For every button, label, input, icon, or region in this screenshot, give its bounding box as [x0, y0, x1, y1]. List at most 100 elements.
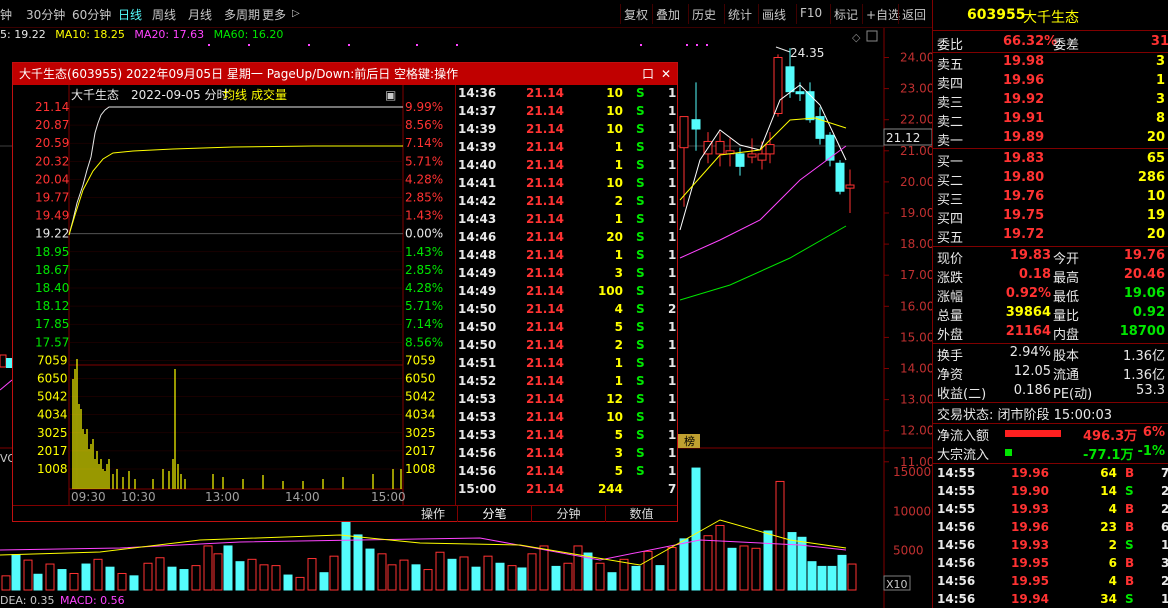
minimize-button[interactable]: 口 [641, 67, 655, 81]
stat-label: 涨幅 [937, 290, 964, 305]
toolbar-button[interactable]: 复权 [624, 6, 648, 23]
trade-count: 1 [1161, 538, 1168, 552]
trade-time: 14:56 [937, 556, 976, 570]
popup-tab[interactable]: 操作 [409, 506, 457, 522]
stat-row: 外盘 21164 内盘 18700 [933, 323, 1168, 343]
tick-volume: 5 [614, 464, 623, 478]
tick-price: 21.14 [526, 338, 564, 352]
trade-status: 交易状态: 闭市阶段 15:00:03 [937, 408, 1113, 423]
toolbar-button[interactable]: 画线 [762, 6, 786, 23]
volume-bar [319, 572, 329, 591]
tick-count: 1 [668, 338, 677, 352]
tick-count: 1 [668, 158, 677, 172]
volume-bar [539, 545, 549, 591]
ask-price: 19.96 [1003, 73, 1045, 88]
tick-price: 21.14 [526, 86, 564, 100]
tick-time: 14:39 [458, 122, 497, 136]
tick-count: 1 [668, 320, 677, 334]
history-intraday-window[interactable]: 大千生态(603955) 2022年09月05日 星期一 PageUp/Down… [12, 62, 678, 522]
tick-row: 14:40 21.14 1 S 1 [456, 157, 678, 175]
stat-label: 收益(二) [937, 387, 987, 402]
popup-tab[interactable]: 数值 [605, 506, 677, 522]
intraday-chart[interactable]: 大千生态 2022-09-05 分时均线 成交量 ▣ 21.14 9.99% 20.87 8.… [13, 85, 455, 505]
tick-price: 21.14 [526, 122, 564, 136]
period-tab[interactable]: 60分钟 [72, 6, 111, 23]
bang-label: 榜 [684, 434, 695, 448]
stat-label: 内盘 [1053, 328, 1080, 343]
toolbar-button[interactable]: 返回 [902, 6, 926, 23]
toolbar-button[interactable]: 历史 [692, 6, 716, 23]
tick-price: 21.14 [526, 176, 564, 190]
intraday-vol-tick: 2017 [37, 444, 68, 458]
tick-list: 14:36 21.14 10 S 1 14:37 21.14 10 S 1 14:39 21.14 10… [455, 85, 677, 505]
tick-count: 1 [668, 140, 677, 154]
tick-side: S [636, 356, 645, 370]
trade-side: B [1125, 574, 1135, 588]
popup-tab[interactable]: 分笔 [457, 506, 531, 522]
period-tab[interactable]: 周线 [152, 6, 176, 23]
popup-title[interactable]: 大千生态(603955) 2022年09月05日 星期一 PageUp/Down… [13, 63, 677, 85]
candle-body [845, 184, 855, 189]
tick-time: 14:41 [458, 176, 497, 190]
tick-time: 14:48 [458, 248, 497, 262]
tick-row: 14:39 21.14 1 S 1 [456, 139, 678, 157]
stat-label: 股本 [1053, 349, 1080, 364]
toolbar-button[interactable]: +自选 [866, 6, 900, 23]
tick-count: 1 [668, 392, 677, 406]
intraday-pct-tick: 5.71% [405, 154, 443, 168]
ask-row: 卖五 19.98 3 [933, 53, 1168, 73]
candle-body [747, 153, 757, 158]
toolbar-button[interactable]: 叠加 [656, 6, 680, 23]
period-tab[interactable]: 多周期 [224, 6, 260, 23]
period-tab[interactable]: 钟 [0, 6, 12, 23]
stock-code: 603955 [967, 7, 1026, 23]
tick-count: 1 [668, 446, 677, 460]
volume-bar [295, 576, 305, 591]
bid-row: 买二 19.80 286 [933, 169, 1168, 189]
bid-price: 19.80 [1003, 170, 1045, 185]
tick-row: 14:39 21.14 10 S 1 [456, 121, 678, 139]
ask-price: 19.92 [1003, 92, 1045, 107]
volume-bar [247, 558, 257, 591]
tick-volume: 100 [597, 284, 623, 298]
period-tab[interactable]: 30分钟 [26, 6, 65, 23]
trade-volume: 34 [1100, 592, 1117, 606]
tick-count: 1 [668, 230, 677, 244]
price-tick: 19.00 [900, 206, 932, 220]
ask-volume: 8 [1155, 111, 1165, 126]
volume-bar [517, 567, 527, 591]
volume-tick: 5000 [893, 544, 924, 558]
stat-value: 20.46 [1123, 267, 1165, 282]
toolbar-button[interactable]: 统计 [728, 6, 752, 23]
more-arrow-icon[interactable]: ▷ [292, 8, 300, 19]
tick-volume: 5 [614, 320, 623, 334]
tick-side: S [636, 428, 645, 442]
candle-body [765, 144, 775, 155]
period-tab[interactable]: 更多 [262, 6, 286, 23]
tick-price: 21.14 [526, 320, 564, 334]
high-marker-line [775, 46, 791, 53]
stat-value: 19.06 [1123, 286, 1165, 301]
close-button[interactable]: ✕ [659, 67, 673, 81]
stat-label: 最高 [1053, 271, 1080, 286]
period-tab[interactable]: 日线 [118, 6, 142, 23]
popup-tab[interactable]: 分钟 [531, 506, 605, 522]
volume-bar [495, 562, 505, 591]
toolbar-button[interactable]: 标记 [834, 6, 858, 23]
volume-bar [817, 565, 827, 591]
intraday-price-tick: 20.87 [35, 118, 69, 132]
tick-count: 1 [668, 176, 677, 190]
ma5-label: 5: 19.22 [0, 28, 46, 41]
current-price-label: 21.12 [886, 131, 920, 145]
intraday-pct-tick: 9.99% [405, 100, 443, 114]
stat-label: 现价 [937, 252, 964, 267]
period-tab[interactable]: 月线 [188, 6, 212, 23]
toolbar-button[interactable]: F10 [800, 6, 822, 20]
volume-bar [471, 566, 481, 591]
tick-price: 21.14 [526, 248, 564, 262]
ma60-line [679, 225, 847, 301]
volume-bar [655, 565, 665, 591]
toolbar-separator [796, 4, 797, 24]
tick-time: 14:53 [458, 410, 497, 424]
ma20-line [0, 379, 13, 391]
